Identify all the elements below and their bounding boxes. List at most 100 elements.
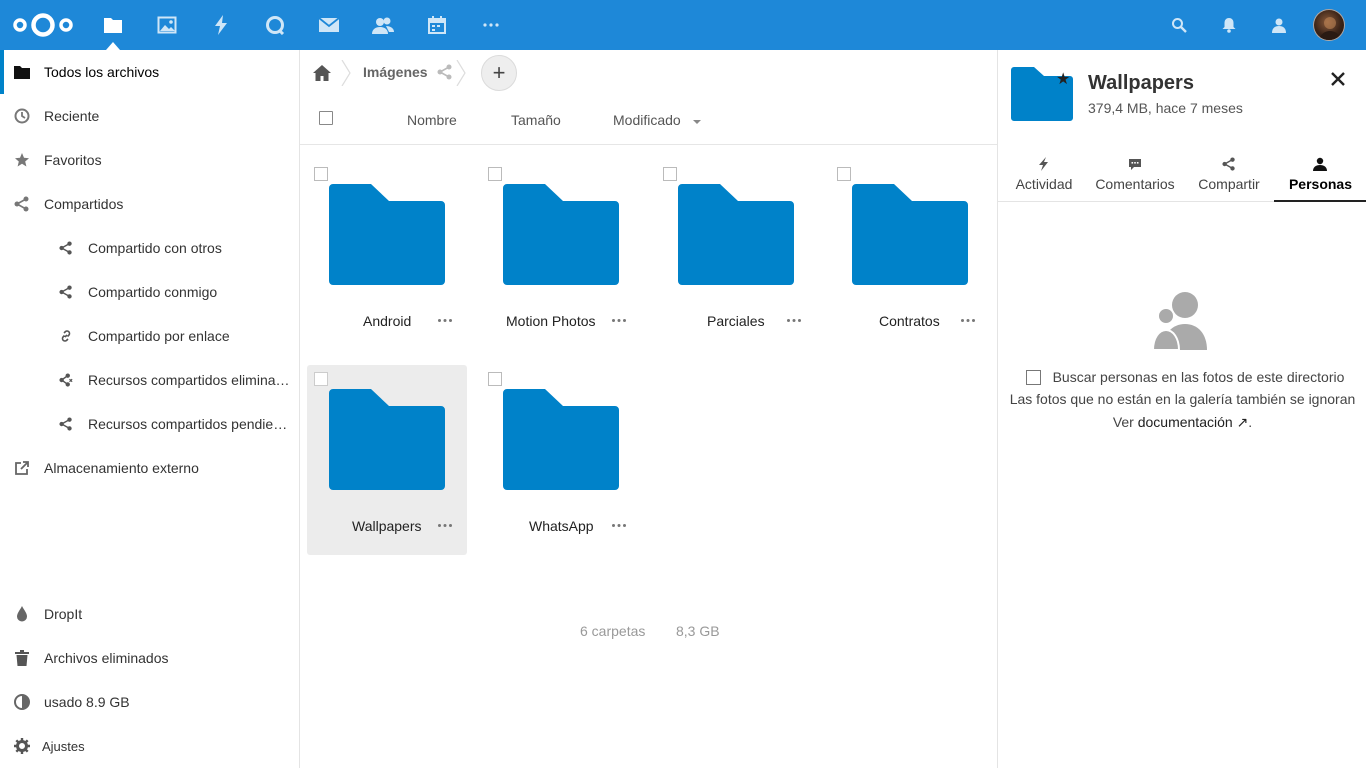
nav-external-storage[interactable]: Almacenamiento externo [0,446,299,490]
nav-pending-shares[interactable]: Recursos compartidos pendie… [0,402,299,446]
more-actions-icon[interactable] [437,310,453,330]
doc-suffix: . [1248,414,1253,430]
share-icon [1221,157,1237,171]
nav-all-files[interactable]: Todos los archivos [0,50,299,94]
breadcrumb-separator [456,60,466,86]
file-name[interactable]: WhatsApp [529,518,594,534]
activity-icon[interactable] [209,13,233,37]
select-checkbox[interactable] [837,167,851,181]
files-icon[interactable] [101,13,125,37]
nav-shared-with-you[interactable]: Compartido conmigo [0,270,299,314]
nav-shared-by-link[interactable]: Compartido por enlace [0,314,299,358]
more-actions-icon[interactable] [960,310,976,330]
more-apps-icon[interactable] [479,13,503,37]
file-name[interactable]: Contratos [879,313,940,329]
share-icon [57,283,75,301]
select-checkbox[interactable] [314,167,328,181]
nav-deleted-shares[interactable]: Recursos compartidos elimina… [0,358,299,402]
share-icon[interactable] [437,64,453,80]
select-all-checkbox[interactable] [319,111,333,125]
nav-favorites[interactable]: Favoritos [0,138,299,182]
share-icon [57,239,75,257]
nav-recent[interactable]: Reciente [0,94,299,138]
tab-label: Personas [1288,176,1353,192]
more-actions-icon[interactable] [437,515,453,535]
people-placeholder-icon [1153,292,1207,350]
nav-deleted-files[interactable]: Archivos eliminados [0,636,299,680]
share-icon [57,415,75,433]
talk-icon[interactable] [263,13,287,37]
people-checkbox-label[interactable]: Buscar personas en las fotos de este dir… [998,369,1366,385]
file-name[interactable]: Wallpapers [352,518,422,534]
gear-icon [13,737,31,755]
clock-icon [13,107,31,125]
quota-icon [13,693,31,711]
search-icon[interactable] [1169,15,1189,35]
nav-label: Recursos compartidos elimina… [88,372,290,388]
favorite-star-icon[interactable]: ★ [1056,72,1070,88]
activity-icon [1036,157,1052,171]
sort-descending-icon [693,120,701,124]
folder-tile-selected[interactable]: Wallpapers [307,365,467,555]
details-subtitle: 379,4 MB, hace 7 meses [1088,100,1243,116]
folder-tile[interactable]: Parciales [656,160,816,350]
documentation-link[interactable]: documentación ↗ [1138,414,1249,430]
file-name[interactable]: Android [363,313,411,329]
column-name[interactable]: Nombre [407,112,457,128]
nextcloud-logo[interactable] [12,11,74,39]
user-avatar[interactable] [1313,9,1345,41]
select-checkbox[interactable] [488,372,502,386]
new-button[interactable]: + [481,55,517,91]
file-name[interactable]: Motion Photos [506,313,596,329]
folder-tile[interactable]: Contratos [830,160,990,350]
external-icon [13,459,31,477]
tab-activity[interactable]: Actividad [1008,152,1080,202]
people-icon [1312,157,1328,171]
details-sidebar: ★ Wallpapers 379,4 MB, hace 7 meses Acti… [997,50,1366,768]
nav-label: Compartidos [44,196,124,212]
nav-shares[interactable]: Compartidos [0,182,299,226]
link-icon [57,327,75,345]
nav-label: Todos los archivos [44,64,160,80]
calendar-icon[interactable] [425,13,449,37]
details-tabs: Actividad Comentarios Compartir Personas [998,152,1366,202]
more-actions-icon[interactable] [611,515,627,535]
close-icon[interactable] [1329,70,1347,88]
file-name[interactable]: Parciales [707,313,765,329]
drop-icon [13,605,31,623]
star-icon [13,151,31,169]
nav-settings[interactable]: Ajustes [0,724,299,768]
select-checkbox[interactable] [488,167,502,181]
nav-label: Reciente [44,108,100,124]
tab-comments[interactable]: Comentarios [1094,152,1176,202]
folder-tile[interactable]: Android [307,160,467,350]
gallery-icon[interactable] [155,13,179,37]
mail-icon[interactable] [317,13,341,37]
select-checkbox[interactable] [663,167,677,181]
more-actions-icon[interactable] [611,310,627,330]
nav-shared-with-others[interactable]: Compartido con otros [0,226,299,270]
home-icon[interactable] [313,64,331,82]
column-modified[interactable]: Modificado [613,112,681,128]
active-app-indicator [106,42,120,50]
nav-dropit[interactable]: DropIt [0,592,299,636]
folder-tile[interactable]: Motion Photos [481,160,641,350]
select-checkbox[interactable] [314,372,328,386]
folder-icon [503,184,619,285]
tab-label: Compartir [1198,176,1260,192]
tab-people[interactable]: Personas [1274,152,1366,202]
tab-share[interactable]: Compartir [1191,152,1267,202]
folder-tile[interactable]: WhatsApp [481,365,641,555]
breadcrumb-current-folder[interactable]: Imágenes [363,64,428,80]
share-deleted-icon [57,371,75,389]
contacts-menu-icon[interactable] [1269,15,1289,35]
folder-icon [13,63,31,81]
notifications-bell-icon[interactable] [1219,15,1239,35]
column-size[interactable]: Tamaño [511,112,561,128]
more-actions-icon[interactable] [786,310,802,330]
contacts-icon[interactable] [371,13,395,37]
top-header [0,0,1366,50]
people-doc-line: Ver documentación ↗. [998,414,1366,431]
nav-quota: usado 8.9 GB [0,680,299,724]
quota-label: usado 8.9 GB [44,694,130,710]
